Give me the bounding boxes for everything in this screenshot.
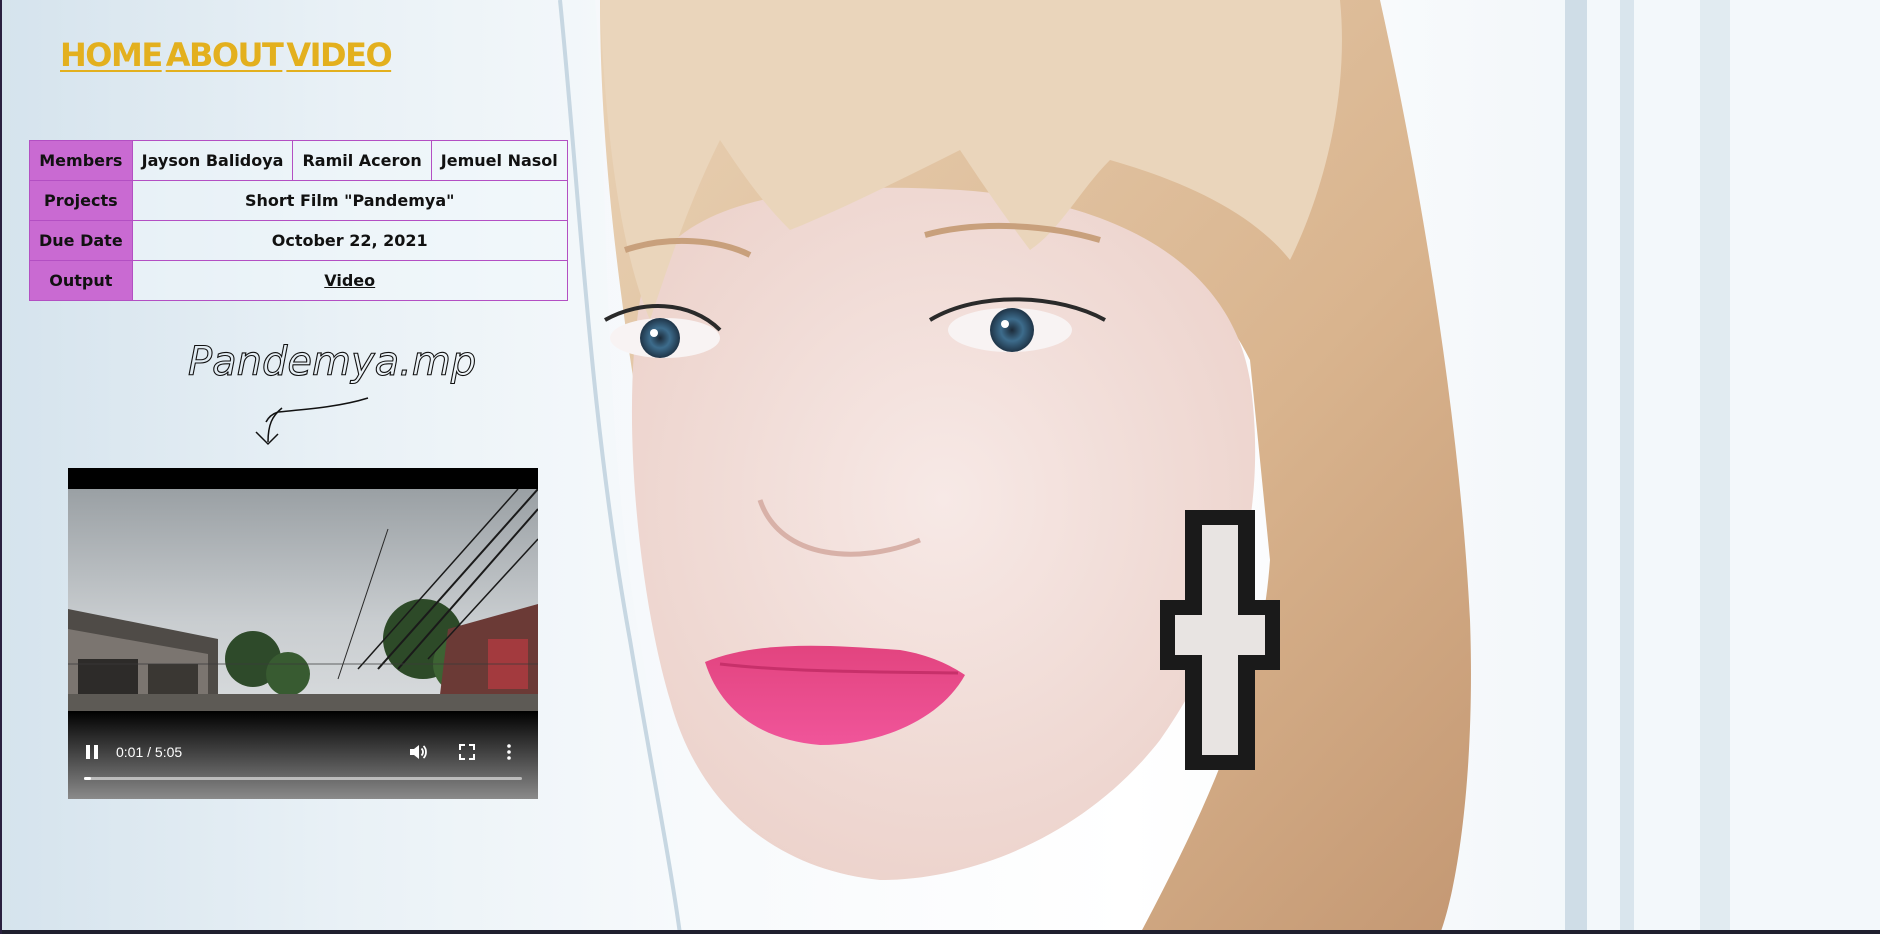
progress-fill [84,777,91,780]
page: HOME ABOUT VIDEO Members Jayson Balidoya… [0,0,1880,934]
fullscreen-icon[interactable] [458,743,476,761]
member-cell: Ramil Aceron [292,140,432,181]
handwritten-label: Pandemya.mp4 [188,339,476,385]
nav-video-link[interactable]: VIDEO [286,36,392,74]
more-options-icon[interactable] [505,743,513,761]
project-cell: Short Film "Pandemya" [131,180,568,221]
projects-header: Projects [29,180,133,221]
due-date-cell: October 22, 2021 [131,220,568,261]
members-row: Members Jayson Balidoya Ramil Aceron Jem… [29,140,568,181]
output-header: Output [29,260,133,301]
members-header: Members [29,140,133,181]
arrow-curve [265,397,369,423]
output-row: Output Video [29,260,568,301]
due-date-row: Due Date October 22, 2021 [29,220,568,261]
nav-about-link[interactable]: ABOUT [166,36,284,74]
output-video-link[interactable]: Video [324,271,375,290]
video-frame [68,489,538,711]
member-cell: Jemuel Nasol [430,140,568,181]
due-date-header: Due Date [29,220,133,261]
top-nav: HOME ABOUT VIDEO [60,36,393,74]
handwritten-label-graphic: Pandemya.mp4 [187,338,476,446]
projects-row: Projects Short Film "Pandemya" [29,180,568,221]
project-info-table: Members Jayson Balidoya Ramil Aceron Jem… [29,140,568,301]
video-player[interactable]: 0:01 / 5:05 [68,468,538,799]
nav-home-link[interactable]: HOME [60,36,163,74]
pause-icon[interactable] [84,743,100,761]
output-cell: Video [131,260,568,301]
volume-icon[interactable] [408,742,428,762]
video-controls: 0:01 / 5:05 [68,711,538,799]
arrow-head [255,431,279,446]
time-display: 0:01 / 5:05 [116,744,183,760]
member-cell: Jayson Balidoya [131,140,294,181]
progress-bar[interactable] [84,777,522,780]
